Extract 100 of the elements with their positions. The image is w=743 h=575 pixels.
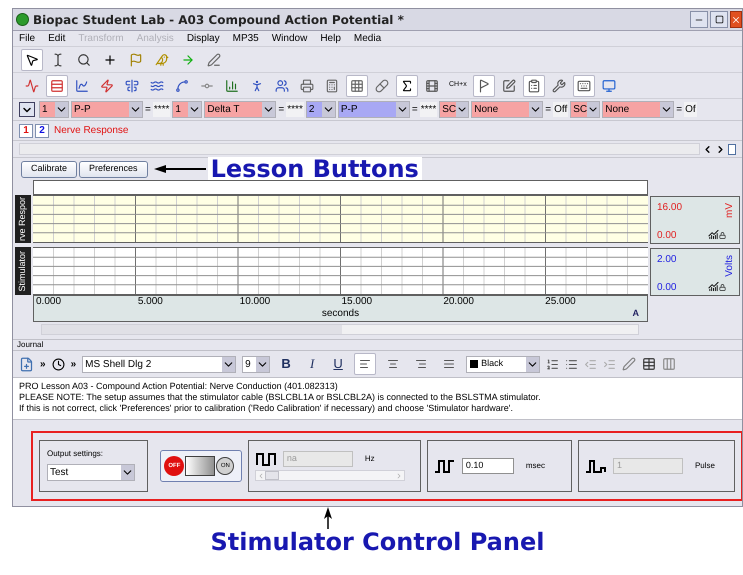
slider-thumb[interactable] [264, 471, 279, 480]
spline-icon [175, 78, 189, 92]
chevron-down-icon [529, 102, 542, 117]
unit-label: msec [526, 460, 545, 472]
toolbar-button[interactable] [396, 74, 418, 96]
overflow-mark[interactable]: » [40, 356, 46, 372]
waves-icon [150, 78, 164, 92]
grid-icon [350, 78, 364, 92]
toolbar-button[interactable] [472, 74, 495, 96]
measurement-select[interactable]: None [602, 101, 674, 118]
menu-item[interactable]: MP35 [232, 31, 259, 46]
measurement-select[interactable]: P-P [338, 101, 410, 118]
chevron-down-icon [55, 102, 68, 117]
menu-item[interactable]: Display [186, 31, 220, 46]
equals-sign: = [676, 103, 682, 117]
align-icon [125, 78, 139, 92]
measurement-value: **** [286, 102, 304, 117]
value-field[interactable]: 0.10 [462, 458, 514, 474]
menu-item[interactable]: File [19, 31, 36, 46]
bar-chart-icon [225, 78, 239, 92]
equals-sign: = [145, 103, 151, 117]
columns-icon[interactable] [662, 357, 676, 371]
dropdown-button[interactable] [19, 102, 35, 117]
toolbar-button[interactable] [522, 74, 545, 96]
lock-icon[interactable] [719, 232, 726, 239]
clock-icon[interactable] [52, 358, 65, 370]
horizontal-scrollbar[interactable] [41, 324, 639, 335]
crosshair-icon [103, 52, 117, 66]
equals-sign: = [278, 103, 284, 117]
lesson-button[interactable]: Calibrate [21, 160, 78, 178]
align-icon [387, 358, 400, 370]
chevron-down-icon [456, 102, 468, 117]
channel-select[interactable]: 2 [306, 101, 336, 118]
pen-icon[interactable] [622, 357, 636, 371]
chevron-down-icon [322, 102, 335, 117]
new-document-icon[interactable] [19, 356, 34, 372]
axis-label: seconds [322, 308, 360, 319]
chevron-down-icon [188, 102, 202, 117]
toolbar-button[interactable] [572, 74, 595, 96]
journal-text: PLEASE NOTE: The setup assumes that the stimulator cable (BSLCBL1A or BSLCBL2A) is connected to the BSLSTMA stimulator. [19, 392, 542, 403]
measurement-select[interactable]: Delta T [204, 101, 276, 118]
menu-item[interactable]: Help [320, 31, 341, 46]
lesson-button[interactable]: Preferences [79, 160, 148, 178]
unit-label: Pulse [694, 460, 715, 472]
keyboard-icon [576, 78, 591, 92]
unit-label: Hz [364, 453, 375, 465]
chevron-down-icon [129, 102, 142, 117]
stimulator-panel-annotation: Stimulator Control Panel [210, 529, 544, 555]
menu-item[interactable]: Edit [48, 31, 66, 46]
scale-icon[interactable] [708, 281, 719, 292]
channel-select[interactable]: SC [439, 101, 470, 118]
channel-select[interactable]: 1 [39, 101, 69, 118]
channel-label: Stimulator [15, 247, 31, 295]
scale-icon[interactable] [708, 229, 719, 240]
arrow-right-icon [181, 52, 195, 66]
scale-button[interactable]: A [632, 306, 639, 320]
chevron-down-icon [256, 356, 270, 372]
size-select[interactable]: 9 [242, 356, 270, 372]
people-icon [275, 78, 289, 92]
measurement-value: **** [152, 102, 170, 117]
equals-sign: = [545, 103, 552, 117]
output-select[interactable]: Test [47, 464, 135, 481]
pulse-icon [254, 451, 277, 467]
table-icon[interactable] [642, 357, 656, 371]
printer-icon [300, 78, 314, 92]
channel-select[interactable]: SC [570, 101, 600, 118]
chevron-down-icon [660, 102, 674, 117]
maximize-button[interactable] [710, 11, 728, 28]
measurement-select[interactable]: P-P [71, 101, 143, 118]
format-button[interactable]: U [328, 354, 348, 374]
measurement-value: **** [420, 102, 438, 117]
curve-icon [75, 78, 89, 92]
menu-item[interactable]: Window [272, 31, 308, 46]
sigma-icon [400, 78, 414, 92]
numbered-list-icon[interactable] [546, 358, 560, 370]
channel-button[interactable]: 1 [19, 124, 33, 138]
close-button[interactable] [730, 11, 742, 28]
channel-button[interactable]: 2 [35, 124, 49, 138]
wrench-icon [552, 78, 566, 92]
overflow-mark[interactable]: » [70, 356, 76, 372]
arrow-left-icon [154, 164, 206, 174]
toolbar-button[interactable] [21, 48, 43, 70]
font-select[interactable]: MS Shell Dlg 2 [82, 356, 236, 372]
chevron-down-icon [396, 102, 409, 117]
time-axis: 0.000 5.000 10.000 15.000 20.000 25.000 seconds A [33, 295, 648, 322]
format-button[interactable]: I [302, 354, 322, 374]
film-icon [425, 78, 439, 92]
maximize-icon [714, 15, 724, 24]
lock-icon[interactable] [719, 284, 726, 291]
bullet-list-icon[interactable] [565, 358, 578, 370]
measurement-select[interactable]: None [471, 101, 544, 118]
panel-icon[interactable] [728, 144, 736, 154]
menu-item[interactable]: Media [354, 31, 382, 46]
channel-select[interactable]: 1 [172, 101, 202, 118]
pointer-icon [25, 52, 39, 66]
rows-icon [50, 78, 64, 92]
color-select[interactable]: Black [466, 356, 540, 372]
toolbar-button[interactable] [354, 353, 376, 375]
clipboard-icon [526, 78, 541, 92]
format-button[interactable]: B [276, 354, 296, 374]
